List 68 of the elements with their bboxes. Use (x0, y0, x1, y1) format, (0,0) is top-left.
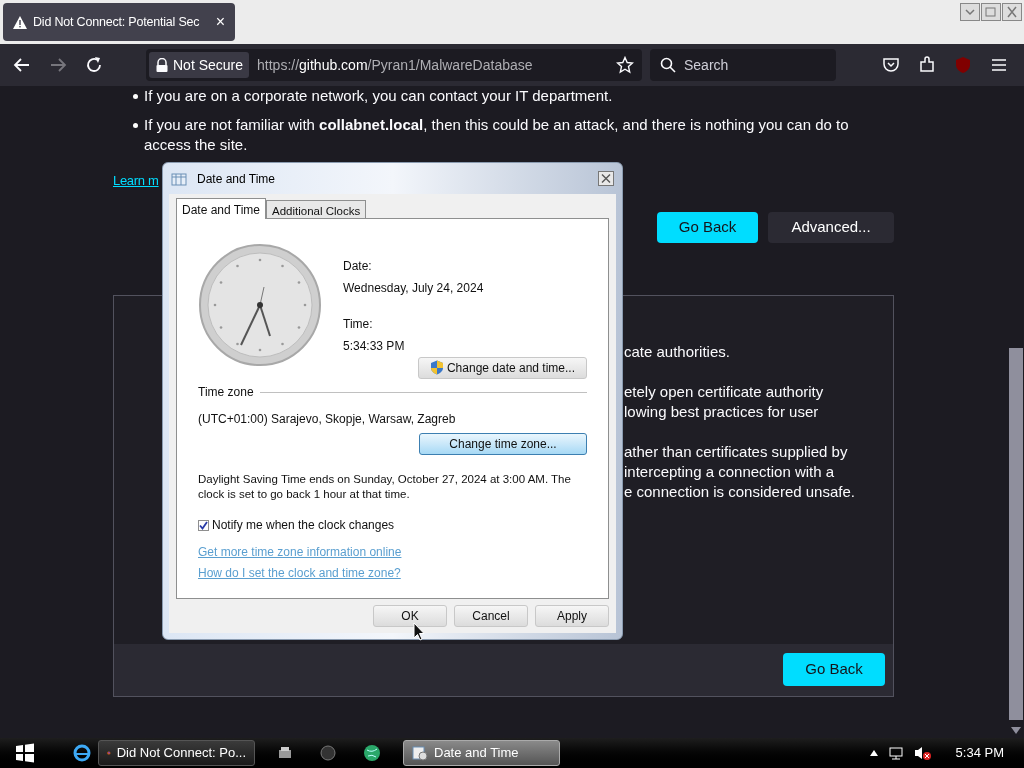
security-badge[interactable]: Not Secure (149, 52, 250, 78)
change-date-time-button[interactable]: Change date and time... (418, 357, 587, 379)
lock-icon (155, 57, 169, 73)
calendar-icon (171, 170, 187, 187)
checkmark-icon (199, 520, 208, 530)
advanced-button[interactable]: Advanced... (768, 211, 894, 243)
change-time-zone-button[interactable]: Change time zone... (419, 433, 587, 455)
scroll-down-icon[interactable] (1011, 727, 1021, 734)
reload-icon[interactable] (84, 55, 104, 75)
network-icon[interactable] (887, 745, 904, 761)
panel-text: lowing best practices for user (624, 401, 820, 422)
bullet-icon (133, 123, 138, 128)
search-icon (660, 57, 676, 73)
notify-checkbox[interactable] (198, 519, 209, 531)
star-icon[interactable] (616, 56, 634, 74)
url-field[interactable]: Not Secure https://github.com/Pyran1/MalwareDatabase (146, 49, 642, 81)
close-icon[interactable] (1002, 3, 1022, 21)
dialog-tab[interactable]: Date and Time (176, 198, 267, 219)
date-value: Wednesday, July 24, 2024 (343, 280, 485, 297)
panel-text: intercepting a connection with a (624, 461, 836, 482)
panel-text: etely open certificate authority (624, 381, 825, 402)
panel-text: ather than certificates supplied by (624, 441, 849, 462)
pocket-icon[interactable] (882, 56, 900, 74)
mouse-cursor-icon (413, 622, 425, 641)
time-value: 5:34:33 PM (343, 338, 406, 355)
time-zone-value: (UTC+01:00) Sarajevo, Skopje, Warsaw, Zagreb (198, 411, 457, 428)
search-placeholder: Search (684, 55, 729, 75)
dialog-button[interactable]: Cancel (454, 605, 528, 627)
tab-title: Did Not Connect: Potential Sec (33, 13, 201, 31)
search-field[interactable]: Search (650, 49, 836, 81)
scrollbar-thumb[interactable] (1009, 348, 1023, 720)
maximize-icon[interactable] (981, 3, 1001, 21)
dst-note: Daylight Saving Time ends on Sunday, October 27, 2024 at 3:00 AM. The clock is set to go back 1 hour at that time. (198, 472, 572, 502)
close-icon[interactable] (598, 171, 614, 186)
browser-icon[interactable] (72, 743, 92, 763)
minimize-icon[interactable] (960, 3, 980, 21)
taskbar-button[interactable]: Did Not Connect: Po... (98, 740, 255, 766)
warning-icon (13, 15, 27, 29)
go-back-button[interactable]: Go Back (783, 653, 885, 686)
bullet-text: If you are not familiar with collabnet.local, then this could be an attack, and there is nothing you can do to access the site. (144, 115, 850, 155)
notify-label: Notify me when the clock changes (212, 517, 395, 534)
bullet-icon (133, 94, 138, 99)
time-zone-heading: Time zone (198, 384, 254, 401)
taskbar-clock[interactable]: 5:34 PM (955, 743, 1004, 763)
up-arrow-icon[interactable] (869, 750, 878, 756)
time-label: Time: (343, 316, 374, 333)
dialog-button[interactable]: Apply (535, 605, 609, 627)
sphere-icon[interactable] (320, 745, 336, 761)
learn-more-link[interactable]: Learn m (113, 171, 159, 191)
url-text: https://github.com/Pyran1/MalwareDatabase (257, 55, 533, 75)
go-back-button[interactable]: Go Back (657, 211, 758, 243)
dialog-button[interactable]: OK (373, 605, 447, 627)
close-icon[interactable]: × (215, 10, 225, 34)
dialog-title: Date and Time (197, 170, 276, 188)
date-label: Date: (343, 258, 373, 275)
menu-icon[interactable] (990, 56, 1008, 74)
printer-icon[interactable] (277, 745, 293, 761)
muted-speaker-icon[interactable] (913, 745, 932, 761)
taskbar-button[interactable]: Date and Time (403, 740, 560, 766)
shield-icon (429, 360, 444, 375)
panel-text: e connection is considered unsafe. (624, 481, 856, 502)
bullet-text: If you are on a corporate network, you can contact your IT department. (144, 86, 613, 106)
panel-text: cate authorities. (624, 341, 731, 362)
dialog-tab[interactable]: Additional Clocks (266, 200, 367, 218)
browser-tab[interactable]: Did Not Connect: Potential Sec × (3, 3, 235, 41)
puzzle-icon[interactable] (918, 56, 936, 74)
calendar-clock-icon (412, 745, 428, 761)
globe-icon[interactable] (363, 744, 381, 762)
